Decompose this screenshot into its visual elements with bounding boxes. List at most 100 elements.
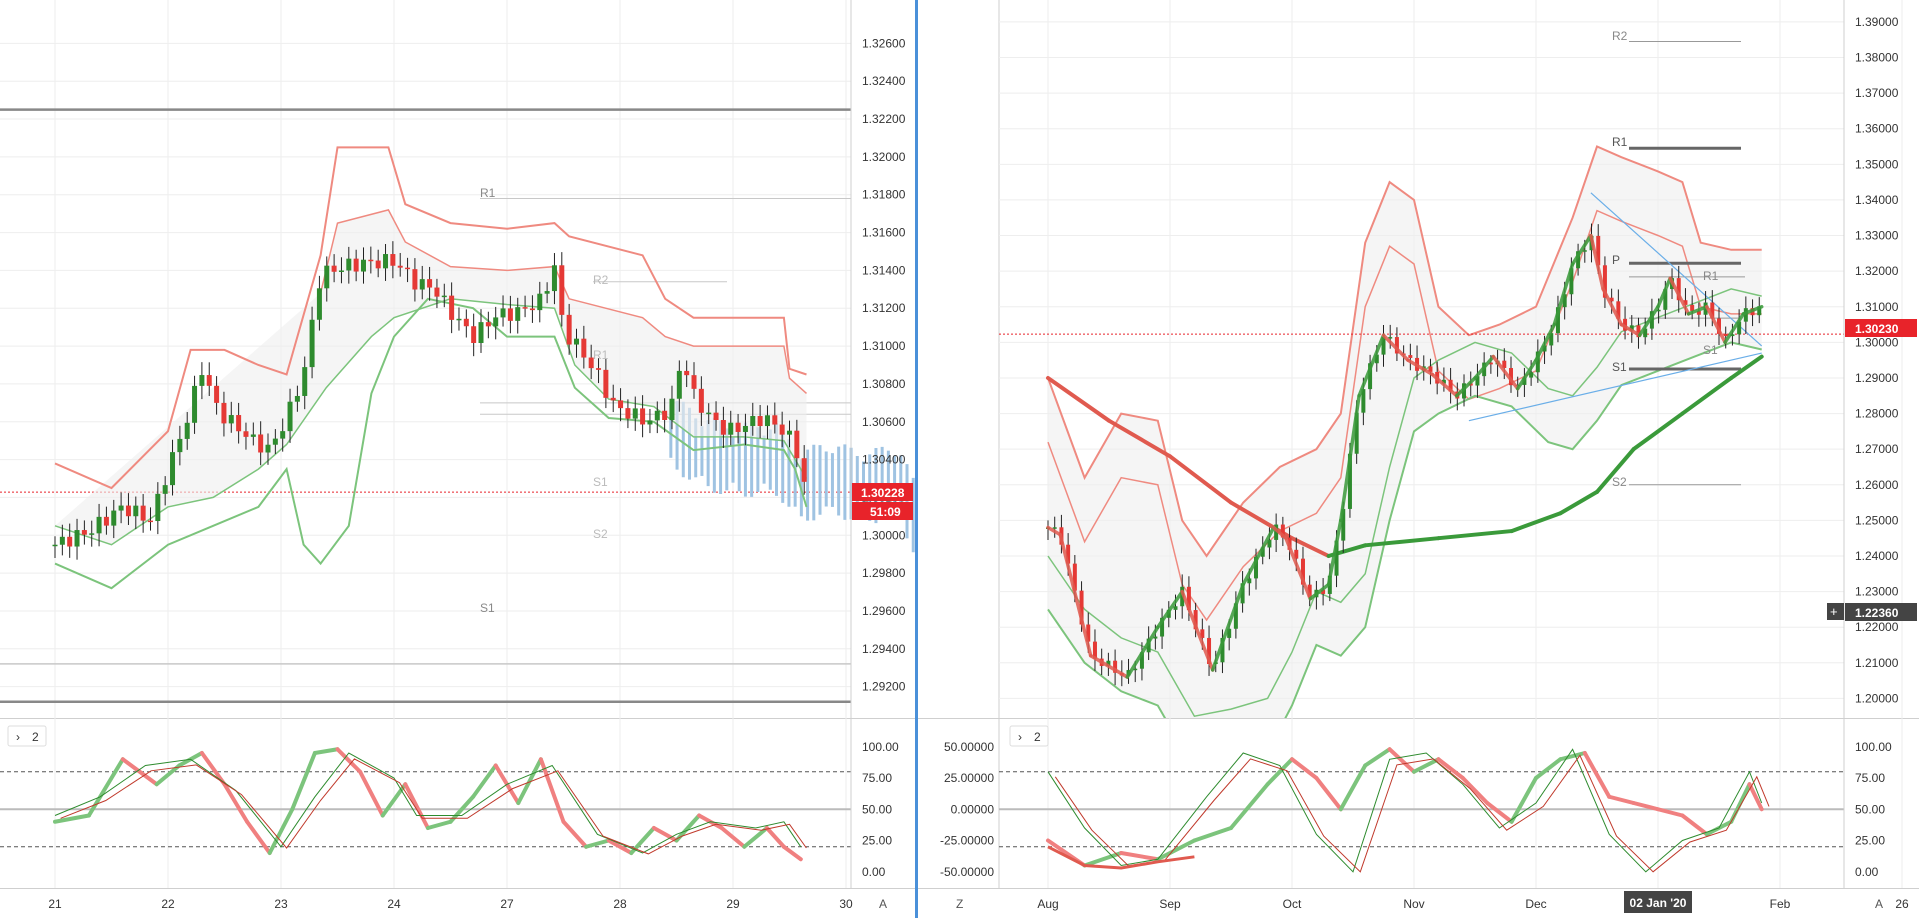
candle-body <box>331 265 337 272</box>
pivot-label-s1: S1 <box>593 475 608 489</box>
x-tick-label: 24 <box>387 897 401 911</box>
y-tick-label: 75.00 <box>862 771 892 785</box>
candle-body <box>375 260 381 269</box>
candle-body <box>294 395 300 402</box>
candle-body <box>684 370 690 376</box>
candle-body <box>449 295 455 320</box>
candle-body <box>471 326 477 343</box>
y-tick-label: 1.32200 <box>862 112 906 126</box>
y-tick-label: 1.31800 <box>862 188 906 202</box>
y-tick-label: 1.30600 <box>862 415 906 429</box>
y-tick-label: 0.00 <box>862 865 886 879</box>
y-tick-label: 1.21000 <box>1855 656 1899 670</box>
candle-body <box>1153 636 1158 639</box>
candle-body <box>243 431 249 437</box>
y-tick-label: 1.27000 <box>1855 442 1899 456</box>
right-indicator-toggle[interactable]: › 2 <box>1009 725 1049 747</box>
candle-body <box>698 388 704 413</box>
y-tick-label: 1.35000 <box>1855 157 1899 171</box>
candle-body <box>551 265 557 292</box>
candle-body <box>177 438 183 453</box>
candle-body <box>52 544 58 547</box>
x-tick-label: 29 <box>726 897 740 911</box>
left-indicator-toggle[interactable]: › 2 <box>7 725 47 747</box>
y-tick-label: 1.24000 <box>1855 549 1899 563</box>
y-tick-label: 1.31000 <box>862 339 906 353</box>
chevron-right-icon: › <box>16 730 20 744</box>
candle-body <box>529 308 535 311</box>
candle-body <box>89 533 95 535</box>
candle-body <box>750 416 756 426</box>
y-tick-label: 1.29600 <box>862 604 906 618</box>
x-tick-label: Nov <box>1403 897 1424 911</box>
candle-body <box>103 516 109 526</box>
pivot-label-s1b: S1 <box>1703 343 1718 357</box>
candle-body <box>559 265 565 315</box>
candle-body <box>147 520 153 523</box>
candle-body <box>192 385 198 423</box>
candle-body <box>1173 606 1178 610</box>
candle-body <box>1690 304 1695 311</box>
candle-body <box>507 308 513 321</box>
crosshair-price-label: + 1.22360 <box>1827 603 1917 621</box>
candle-body <box>118 505 124 511</box>
y-tick-label: 0.00 <box>1855 865 1879 879</box>
y-tick-label: 1.31600 <box>862 226 906 240</box>
candle-body <box>316 288 322 320</box>
x-tick-label: Sep <box>1159 897 1181 911</box>
x-tick-label: Feb <box>1770 897 1791 911</box>
svg-text:1.22360: 1.22360 <box>1855 606 1899 620</box>
y-tick-label: 1.29800 <box>862 566 906 580</box>
candle-body <box>427 279 433 288</box>
right-oscillator-pane[interactable]: 50.00000 25.00000 0.00000 -25.00000 -50.0000… <box>918 718 1919 888</box>
x-tick-label: Aug <box>1037 897 1058 911</box>
left-oscillator-pane[interactable]: 100.00 75.00 50.00 25.00 0.00 › 2 <box>0 718 915 888</box>
timezone-button[interactable]: Z <box>956 897 963 911</box>
candle-body <box>74 530 80 547</box>
candle-body <box>111 510 117 526</box>
candle-body <box>199 375 205 386</box>
x-tick-label: 21 <box>48 897 62 911</box>
pivot-label-r2: R2 <box>1612 29 1628 43</box>
candle-body <box>236 415 242 432</box>
candle-body <box>59 536 65 545</box>
candle-body <box>140 505 146 521</box>
candle-body <box>794 430 800 459</box>
candle-body <box>640 408 646 425</box>
left-time-axis[interactable]: 21 22 23 24 27 28 29 30 A <box>0 888 915 918</box>
y-tick-label: 1.36000 <box>1855 122 1899 136</box>
candle-body <box>1052 527 1057 529</box>
candle-body <box>250 434 256 437</box>
y-tick-label: 25.00 <box>862 834 892 848</box>
candle-body <box>779 424 785 435</box>
candle-body <box>338 270 344 272</box>
candle-body <box>324 265 330 289</box>
y-tick-label-left: -25.00000 <box>940 834 994 848</box>
y-tick-label-left: 25.00000 <box>944 771 994 785</box>
candle-body <box>441 295 447 298</box>
candle-body <box>573 338 579 345</box>
y-tick-label: 1.31000 <box>1855 300 1899 314</box>
candle-body <box>742 425 748 432</box>
date-label: 02 Jan '20 <box>1630 896 1687 910</box>
candle-body <box>493 317 499 327</box>
y-tick-label: 1.38000 <box>1855 51 1899 65</box>
right-time-axis[interactable]: Aug Sep Oct Nov Dec 02 Jan '20 Feb 26 Z A <box>918 888 1919 918</box>
right-price-label: 1.30230 <box>1845 319 1917 337</box>
candle-body <box>360 259 366 272</box>
right-price-pane[interactable]: R2 R1 P R1 S1 S1 S2 1.39000 1.38000 1.3700… <box>918 0 1919 718</box>
y-tick-label: 75.00 <box>1855 771 1885 785</box>
auto-scale-button[interactable]: A <box>1875 897 1883 911</box>
svg-text:1.30230: 1.30230 <box>1855 322 1899 336</box>
auto-scale-button[interactable]: A <box>879 897 887 911</box>
x-tick-label: 23 <box>274 897 288 911</box>
candle-body <box>390 254 396 266</box>
candle-body <box>155 493 161 522</box>
left-price-pane[interactable]: R1 R2 R1 S1 S2 S1 1.32600 1.32400 1.32200 1… <box>0 0 915 718</box>
candle-body <box>81 530 87 535</box>
candle-body <box>280 431 286 439</box>
y-tick-label: 25.00 <box>1855 834 1885 848</box>
y-tick-label: 100.00 <box>862 740 899 754</box>
y-tick-label: 1.28000 <box>1855 407 1899 421</box>
y-tick-label-left: 50.00000 <box>944 740 994 754</box>
